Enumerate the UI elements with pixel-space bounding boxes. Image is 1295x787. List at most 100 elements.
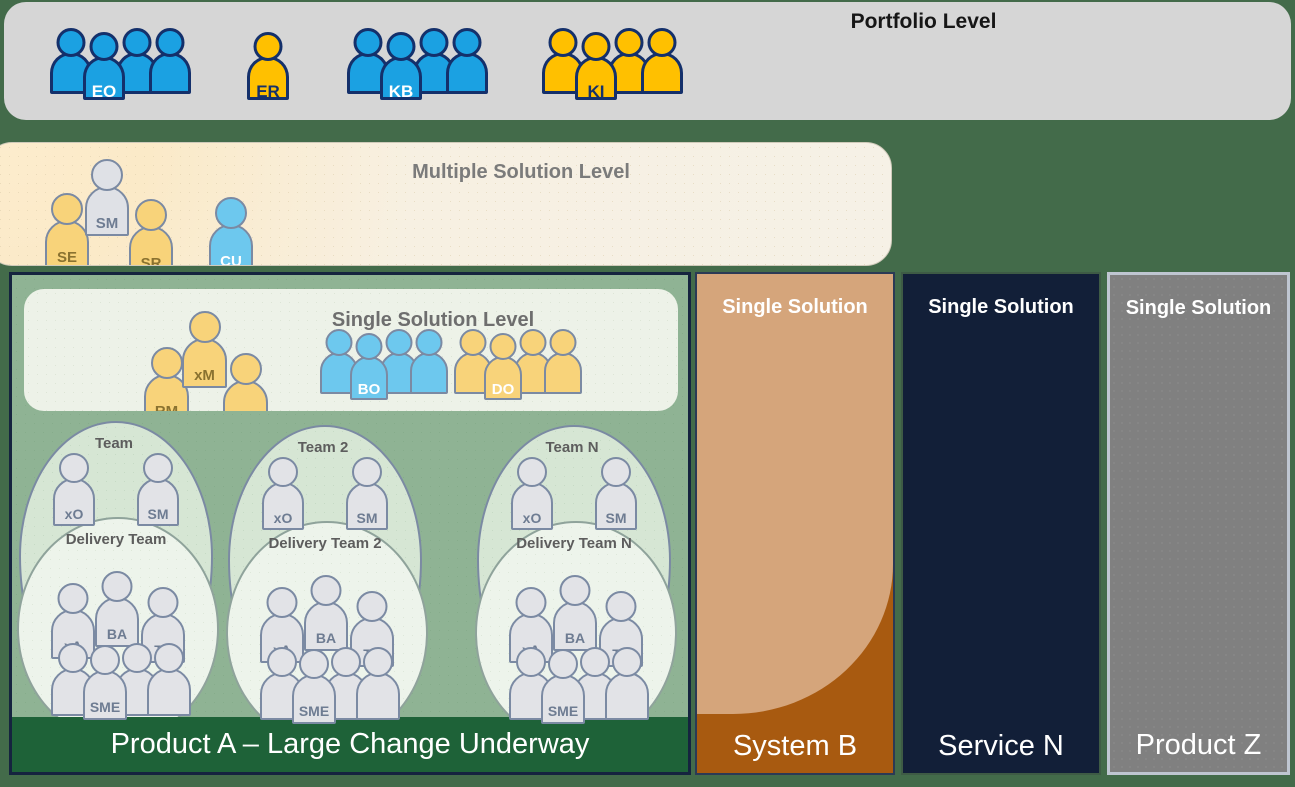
ssl-role-figure-xr[interactable]: xR bbox=[223, 353, 268, 411]
delivery-member-ba[interactable]: BA bbox=[553, 575, 597, 656]
person-head-icon bbox=[452, 28, 482, 57]
person-body-icon bbox=[137, 478, 179, 526]
column-footer-label: Product Z bbox=[1135, 729, 1262, 761]
person-head-icon bbox=[299, 649, 329, 679]
person-body-icon bbox=[147, 668, 191, 716]
team-label: Team N bbox=[545, 439, 599, 456]
column-product-z[interactable]: Single Solution Product Z bbox=[1107, 272, 1290, 775]
person-head-icon bbox=[489, 333, 517, 360]
person-icon bbox=[544, 329, 582, 398]
msl-role-figure-sr[interactable]: SR bbox=[129, 199, 173, 265]
delivery-member-ba[interactable]: BA bbox=[95, 571, 139, 652]
team-member-xo[interactable]: xO bbox=[511, 457, 553, 535]
person-body-icon bbox=[380, 56, 422, 100]
person-head-icon bbox=[601, 457, 631, 487]
portfolio-level-panel: Portfolio Level EO ER KB KI bbox=[4, 2, 1291, 120]
msl-role-figure-cu[interactable]: CU bbox=[209, 197, 253, 265]
column-caption: Single Solution bbox=[722, 296, 868, 318]
product-a-footer-label: Product A – Large Change Underway bbox=[12, 717, 688, 772]
person-body-icon bbox=[446, 52, 488, 94]
person-body-icon bbox=[182, 338, 227, 388]
person-body-icon bbox=[575, 56, 617, 100]
team-label: Team 2 bbox=[297, 439, 349, 456]
column-system-b[interactable]: Single Solution System B bbox=[695, 272, 895, 775]
person-icon: SME bbox=[83, 645, 127, 725]
msl-role-figure-se[interactable]: SE bbox=[45, 193, 89, 265]
person-head-icon bbox=[90, 645, 120, 675]
column-footer-label: Service N bbox=[938, 730, 1064, 762]
person-body-icon bbox=[410, 352, 448, 394]
ssl-role-figure-xm[interactable]: xM bbox=[182, 311, 227, 393]
person-head-icon bbox=[229, 353, 262, 385]
person-head-icon bbox=[215, 197, 247, 229]
team-member-xo[interactable]: xO bbox=[53, 453, 95, 531]
person-head-icon bbox=[559, 575, 591, 606]
person-body-icon bbox=[541, 674, 585, 724]
person-body-icon bbox=[484, 356, 522, 400]
product-a-panel: Single Solution Level RMxMxRBODO TeamxOS… bbox=[9, 272, 691, 775]
person-icon bbox=[356, 647, 400, 725]
person-icon: EO bbox=[83, 32, 125, 105]
person-head-icon bbox=[415, 329, 443, 356]
team-group-1[interactable]: TeamxOSMDelivery TeamxABATASME bbox=[17, 421, 219, 741]
portfolio-role-group-ki[interactable]: KI bbox=[542, 28, 683, 101]
team-label: Team bbox=[94, 435, 134, 452]
person-icon: BO bbox=[350, 333, 388, 404]
person-head-icon bbox=[188, 311, 221, 343]
person-icon bbox=[641, 28, 683, 99]
person-head-icon bbox=[549, 329, 577, 356]
person-head-icon bbox=[385, 329, 413, 356]
delivery-team-label: Delivery Team N bbox=[516, 535, 632, 552]
person-head-icon bbox=[647, 28, 677, 57]
person-head-icon bbox=[614, 28, 644, 57]
person-head-icon bbox=[59, 453, 89, 483]
team-member-xo[interactable]: xO bbox=[262, 457, 304, 535]
person-body-icon bbox=[350, 356, 388, 400]
person-head-icon bbox=[612, 647, 642, 677]
system-b-overlay bbox=[697, 274, 893, 714]
person-icon: KB bbox=[380, 32, 422, 105]
multiple-solution-level-panel: Multiple Solution Level SE SM SR CU bbox=[0, 142, 892, 266]
portfolio-role-group-kb[interactable]: KB bbox=[347, 28, 488, 101]
person-head-icon bbox=[386, 32, 416, 61]
team-member-sm[interactable]: SM bbox=[137, 453, 179, 531]
team-group-3[interactable]: Team NxOSMDelivery Team NxABATASME bbox=[475, 425, 677, 745]
person-icon: SME bbox=[292, 649, 336, 729]
person-body-icon bbox=[83, 56, 125, 100]
delivery-member-ba[interactable]: BA bbox=[304, 575, 348, 656]
multiple-solution-level-title: Multiple Solution Level bbox=[412, 161, 630, 183]
person-head-icon bbox=[356, 591, 388, 622]
person-head-icon bbox=[89, 32, 119, 61]
person-body-icon bbox=[595, 482, 637, 530]
person-head-icon bbox=[57, 583, 89, 614]
person-body-icon bbox=[544, 352, 582, 394]
person-head-icon bbox=[325, 329, 353, 356]
portfolio-role-group-eo[interactable]: EO bbox=[50, 28, 191, 101]
person-icon bbox=[446, 28, 488, 99]
msl-role-figure-sm[interactable]: SM bbox=[85, 159, 129, 241]
person-head-icon bbox=[51, 193, 83, 225]
person-head-icon bbox=[253, 32, 283, 61]
column-footer-label: System B bbox=[732, 730, 858, 762]
team-member-sm[interactable]: SM bbox=[346, 457, 388, 535]
single-solution-level-card: Single Solution Level RMxMxRBODO bbox=[24, 289, 678, 411]
person-icon bbox=[147, 643, 191, 721]
person-head-icon bbox=[147, 587, 179, 618]
person-body-icon bbox=[292, 674, 336, 724]
diagram-canvas: Portfolio Level EO ER KB KI Multiple Soluti… bbox=[0, 0, 1295, 787]
team-member-sm[interactable]: SM bbox=[595, 457, 637, 535]
person-body-icon bbox=[605, 672, 649, 720]
person-body-icon bbox=[553, 601, 597, 651]
person-body-icon bbox=[511, 482, 553, 530]
person-body-icon bbox=[247, 56, 289, 100]
person-head-icon bbox=[605, 591, 637, 622]
team-group-2[interactable]: Team 2xOSMDelivery Team 2xABATASME bbox=[226, 425, 428, 745]
column-service-n[interactable]: Single Solution Service N bbox=[901, 272, 1101, 775]
person-head-icon bbox=[515, 587, 547, 618]
person-head-icon bbox=[154, 643, 184, 673]
person-head-icon bbox=[150, 347, 183, 379]
person-head-icon bbox=[91, 159, 123, 191]
person-head-icon bbox=[56, 28, 86, 57]
person-icon: ER bbox=[247, 32, 289, 105]
person-icon: KI bbox=[575, 32, 617, 105]
